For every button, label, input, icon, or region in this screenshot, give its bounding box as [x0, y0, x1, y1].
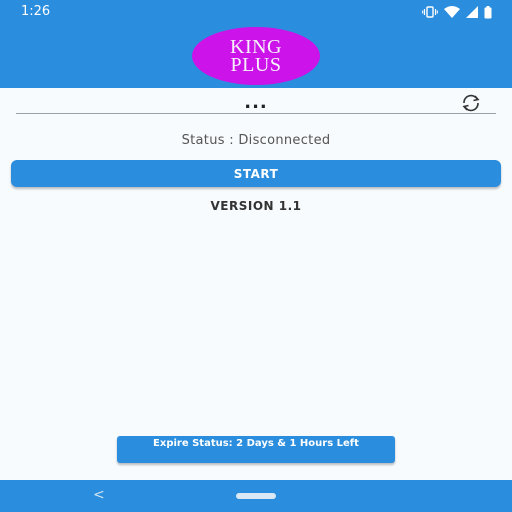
start-button[interactable]: START: [11, 160, 501, 187]
server-selector[interactable]: ...: [16, 92, 496, 114]
connection-status: Status : Disconnected: [181, 133, 331, 148]
wifi-icon: [444, 6, 460, 18]
server-value: ...: [244, 92, 268, 113]
status-bar: 1:26: [0, 0, 512, 24]
vibrate-icon: [422, 6, 438, 18]
back-icon[interactable]: <: [93, 487, 105, 503]
king-plus-logo: KING PLUS: [192, 27, 320, 85]
version-label: VERSION 1.1: [210, 199, 302, 213]
clock: 1:26: [21, 4, 51, 19]
refresh-icon[interactable]: [456, 94, 486, 112]
app-bar: 1:26 KING PLUS: [0, 0, 512, 88]
navigation-bar: <: [0, 480, 512, 512]
battery-icon: [484, 5, 492, 18]
expire-status-button[interactable]: Expire Status: 2 Days & 1 Hours Left: [117, 436, 395, 463]
home-pill-icon[interactable]: [236, 493, 276, 499]
signal-icon: [466, 6, 478, 18]
status-icons: [422, 5, 492, 19]
logo-line-2: PLUS: [230, 54, 282, 76]
